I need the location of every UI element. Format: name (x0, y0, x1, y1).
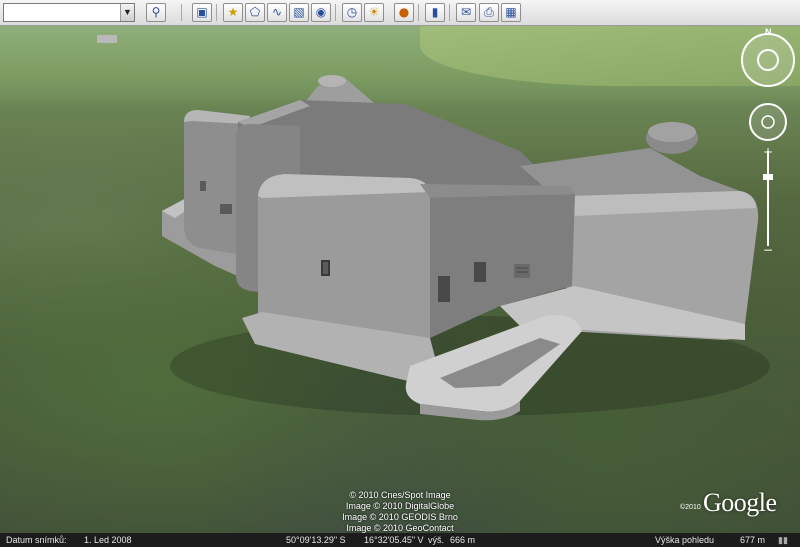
sunlight-button[interactable]: ☀ (364, 3, 384, 22)
image-date-label: Datum snímků: (6, 535, 67, 545)
image-overlay-icon: ▧ (293, 5, 305, 19)
search-button[interactable]: ⚲ (146, 3, 166, 22)
planets-button[interactable]: ● (394, 3, 414, 22)
image-date: 1. Led 2008 (84, 535, 132, 545)
navigation-controls[interactable]: + − (736, 26, 800, 256)
attribution-line: © 2010 Cnes/Spot Image (349, 490, 451, 500)
map-viewport[interactable]: + − N © 2010 Cnes/Spot Image Image © 201… (0, 26, 800, 533)
imagery-attribution: © 2010 Cnes/Spot Image Image © 2010 Digi… (0, 490, 800, 533)
add-path-button[interactable]: ∿ (267, 3, 287, 22)
attribution-line: Image © 2010 GeoContact (346, 523, 454, 533)
record-tour-button[interactable]: ◉ (311, 3, 331, 22)
search-combobox[interactable]: ▼ (3, 3, 135, 22)
status-bar: Datum snímků: 1. Led 2008 50°09'13.29" S… (0, 533, 800, 547)
add-overlay-button[interactable]: ▧ (289, 3, 309, 22)
look-control[interactable] (741, 33, 795, 87)
add-polygon-button[interactable]: ⬠ (245, 3, 265, 22)
zoom-out-icon[interactable]: − (763, 243, 773, 256)
elevation-label: výš. (428, 535, 445, 545)
latitude: 50°09'13.29" S (286, 535, 346, 545)
zoom-slider-thumb[interactable] (763, 174, 773, 180)
toolbar-divider (449, 4, 450, 21)
tour-icon: ◉ (315, 5, 327, 19)
clock-icon: ◷ (346, 5, 358, 19)
polygon-icon: ⬠ (249, 5, 261, 19)
email-button[interactable]: ✉ (456, 3, 476, 22)
placemark-icon: ★ (227, 5, 239, 19)
search-icon: ⚲ (151, 5, 161, 19)
ruler-icon: ▮ (431, 5, 439, 19)
bunker-3d-model (97, 35, 770, 421)
toolbar-divider (335, 4, 336, 21)
move-control[interactable] (749, 103, 787, 141)
ruler-button[interactable]: ▮ (425, 3, 445, 22)
sidebar-icon: ▣ (196, 5, 208, 19)
planet-icon: ● (398, 5, 410, 19)
printer-icon: ⎙ (484, 5, 494, 19)
toolbar-divider (181, 4, 182, 21)
toolbar-divider (216, 4, 217, 21)
envelope-icon: ✉ (460, 5, 472, 19)
distant-building (97, 35, 117, 43)
chevron-down-icon[interactable]: ▼ (120, 4, 134, 21)
longitude: 16°32'05.45" V (364, 535, 424, 545)
toolbar: ▼ ⚲ ▣ ★ ⬠ ∿ ▧ ◉ ◷ ☀ ● ▮ ✉ ⎙ ▦ (0, 0, 800, 26)
north-indicator[interactable]: N (765, 27, 772, 37)
zoom-in-icon[interactable]: + (763, 145, 773, 159)
eye-altitude-label: Výška pohledu (655, 535, 715, 545)
sun-icon: ☀ (368, 5, 380, 19)
toolbar-divider (418, 4, 419, 21)
google-logo: Google (703, 488, 777, 517)
map-icon: ▦ (505, 5, 517, 19)
streaming-indicator: ▮▮ (778, 535, 788, 545)
logo-copyright: ©2010 (680, 504, 701, 511)
sidebar-toggle-button[interactable]: ▣ (192, 3, 212, 22)
elevation: 666 m (450, 535, 476, 545)
attribution-line: Image © 2010 GEODIS Brno (342, 512, 458, 522)
print-button[interactable]: ⎙ (479, 3, 499, 22)
eye-altitude: 677 m (740, 535, 766, 545)
path-icon: ∿ (271, 5, 283, 19)
add-placemark-button[interactable]: ★ (223, 3, 243, 22)
view-in-maps-button[interactable]: ▦ (501, 3, 521, 22)
historical-imagery-button[interactable]: ◷ (342, 3, 362, 22)
